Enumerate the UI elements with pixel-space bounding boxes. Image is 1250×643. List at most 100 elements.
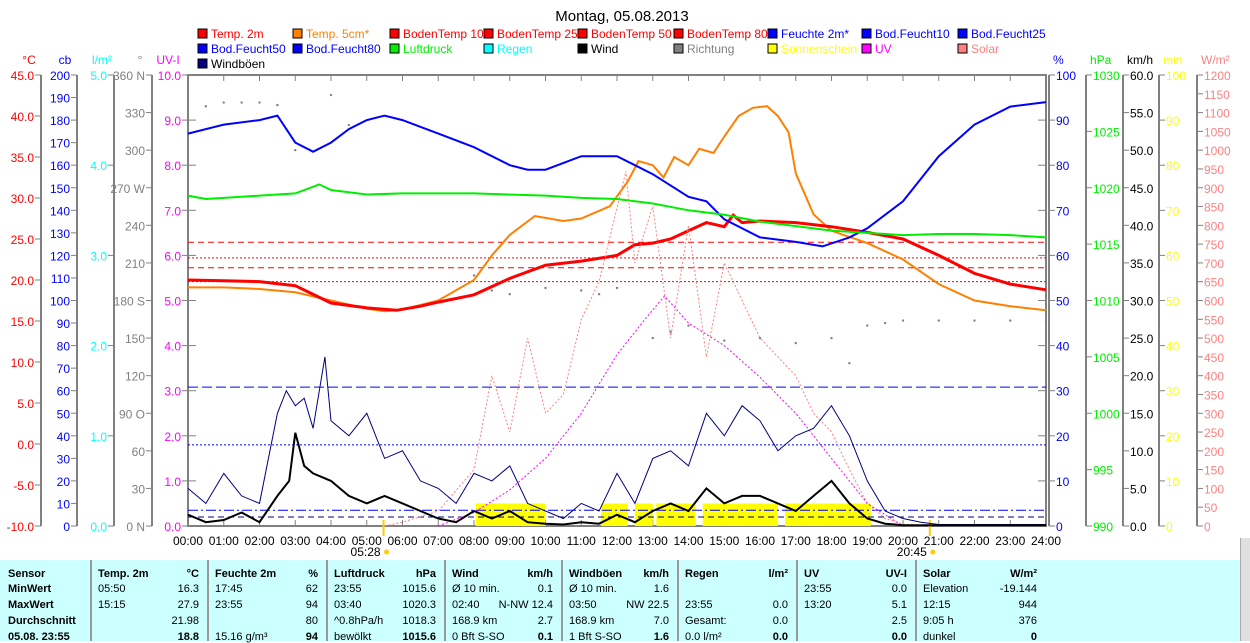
direction-dot (258, 101, 260, 103)
table-cell: 05:50 (98, 583, 126, 595)
axis-tick-label: 50 (1166, 295, 1180, 309)
axis-tick-label: 1100 (1204, 107, 1230, 121)
axis-tick-label: -10.0 (7, 520, 35, 534)
table-cell: Wind (452, 568, 479, 580)
table-column: Regenl/m²23:550.0Gesamt:0.00.0 l/m²0.0 (677, 560, 798, 641)
legend-label: Solar (971, 42, 999, 56)
table-column: Feuchte 2m%17:456223:55948015.16 g/m³94 (207, 560, 328, 641)
direction-dot (652, 337, 654, 339)
table-cell: UV (804, 568, 819, 580)
axis-tick-label: 3.0 (90, 249, 107, 263)
axis-tick-label: 750 (1204, 238, 1224, 252)
axis-tick-label: 0 N (126, 520, 145, 534)
axis-tick-label: 3.0 (164, 385, 181, 399)
sunset-time: 20:45 (897, 545, 927, 559)
axis-tick-label: 40 (1166, 340, 1180, 354)
table-cell: 15.16 g/m³ (215, 631, 268, 643)
table-cell: 5.1 (892, 599, 907, 611)
axis-tick-label: -5.0 (13, 479, 34, 493)
scrollbar[interactable] (1240, 538, 1250, 641)
table-cell: 0.1 (538, 631, 553, 643)
axis-tick-label: 0.0 (17, 438, 34, 452)
axis-tick-label: 60 (132, 445, 146, 459)
table-cell: 1015.6 (402, 631, 436, 643)
axis-tick-label: 250 (1204, 426, 1224, 440)
table-cell: 05.08. 23:55 (8, 631, 70, 643)
x-tick-label: 23:00 (995, 534, 1025, 548)
table-cell: 23:55 (215, 599, 243, 611)
axis-unit: UV-I (156, 53, 179, 67)
legend-swatch (674, 29, 683, 38)
x-tick-label: 24:00 (1031, 534, 1061, 548)
axis-tick-label: 1050 (1204, 125, 1231, 139)
direction-dot (240, 101, 242, 103)
table-cell: 1015.6 (402, 583, 436, 595)
legend-label: Regen (497, 42, 532, 56)
axis-tick-label: 500 (1204, 332, 1224, 346)
axis-tick-label: 2.0 (164, 430, 181, 444)
table-cell: 0.0 (892, 583, 907, 595)
axis-tick-label: 30.0 (11, 192, 35, 206)
axis-tick-label: 180 S (114, 295, 145, 309)
legend-swatch (862, 44, 871, 53)
axis-tick-label: 270 W (110, 182, 145, 196)
axis-tick-label: 150 (1204, 464, 1224, 478)
direction-dot (1045, 319, 1047, 321)
table-cell: -19.144 (1000, 583, 1037, 595)
table-cell: l/m² (768, 568, 788, 580)
weather-chart: Montag, 05.08.2013 Temp. 2mTemp. 5cm*Bod… (0, 0, 1250, 560)
x-tick-label: 19:00 (852, 534, 882, 548)
x-tick-label: 17:00 (781, 534, 811, 548)
axis-tick-label: 7.0 (164, 204, 181, 218)
axis-tick-label: 900 (1204, 182, 1224, 196)
direction-dot (276, 104, 278, 106)
legend-label: Bod.Feucht50 (211, 42, 286, 56)
table-cell: Durchschnitt (8, 615, 76, 627)
axis-tick-label: 40 (57, 430, 71, 444)
axis-tick-label: 30 (57, 452, 71, 466)
axis-tick-label: 20.0 (11, 274, 35, 288)
axis-tick-label: 1005 (1093, 351, 1120, 365)
legend-swatch (198, 59, 207, 68)
axis-tick-label: 35.0 (11, 151, 35, 165)
direction-dot (544, 287, 546, 289)
axis-tick-label: 70 (57, 362, 71, 376)
axis-tick-label: 0 (1204, 520, 1211, 534)
table-cell: Luftdruck (334, 568, 385, 580)
axis-tick-label: 20 (1056, 430, 1070, 444)
table-cell: Gesamt: (685, 615, 727, 627)
table-column: Windkm/hØ 10 min.0.102:40N-NW 12.4168.9 … (444, 560, 563, 641)
table-cell: 23:55 (334, 583, 362, 595)
legend-label: Bod.Feucht25 (971, 27, 1046, 41)
axis-tick-label: 995 (1093, 464, 1113, 478)
legend-swatch (198, 44, 207, 53)
legend-label: Temp. 2m (211, 27, 264, 41)
table-column: LuftdruckhPa23:551015.603:401020.3^0.8hP… (326, 560, 446, 641)
table-cell: km/h (527, 568, 553, 580)
legend-swatch (390, 44, 399, 53)
table-cell: NW 22.5 (626, 599, 669, 611)
axis-tick-label: 0 (1056, 520, 1063, 534)
axis-tick-label: 40.0 (11, 110, 35, 124)
direction-dot (884, 322, 886, 324)
direction-dot (509, 293, 511, 295)
direction-dot (1009, 319, 1011, 321)
axis-tick-label: 9.0 (164, 114, 181, 128)
table-cell: 7.0 (654, 615, 669, 627)
legend-swatch (958, 29, 967, 38)
table-cell: 03:40 (334, 599, 362, 611)
legend-label: Wind (591, 42, 618, 56)
table-cell: 18.8 (178, 631, 199, 643)
axis-tick-label: 1200 (1204, 69, 1231, 83)
axis-tick-label: 300 (1204, 407, 1224, 421)
axis-tick-label: 10.0 (11, 356, 35, 370)
table-cell: 168.9 km (569, 615, 614, 627)
table-cell: UV-I (886, 568, 907, 580)
axis-tick-label: 110 (51, 272, 70, 286)
table-cell: MinWert (8, 583, 51, 595)
axis-tick-label: 80 (1056, 159, 1070, 173)
table-cell: 02:40 (452, 599, 480, 611)
legend-swatch (862, 29, 871, 38)
axis-tick-label: 0.0 (90, 520, 107, 534)
legend-label: Bod.Feucht10 (875, 27, 950, 41)
